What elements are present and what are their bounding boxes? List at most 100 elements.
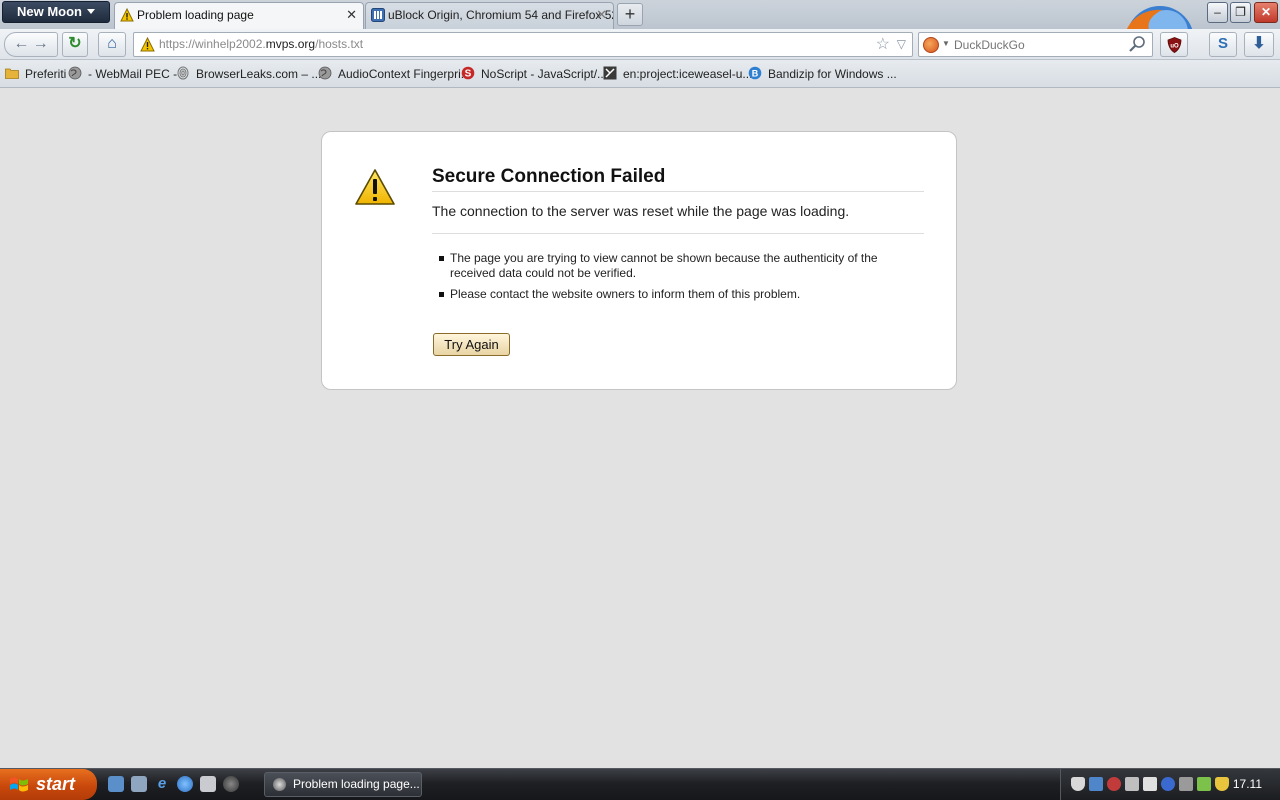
fingerprint-icon [177,66,189,80]
bookmark-preferiti[interactable]: Preferiti [5,65,66,83]
search-bar[interactable]: ▼ [918,32,1153,57]
duckduckgo-icon[interactable] [923,37,939,53]
ublock-button[interactable]: uO [1160,32,1188,57]
quicklaunch-ie-icon[interactable]: e [154,776,170,792]
error-container: Secure Connection Failed The connection … [321,131,957,390]
app-menu-label: New Moon [17,4,82,19]
downloads-button[interactable]: ⬇ [1244,32,1274,57]
antivirus-icon[interactable] [1107,777,1121,791]
minimize-button[interactable]: – [1207,2,1228,23]
bandizip-icon: B [748,66,762,80]
start-label: start [36,774,76,794]
quicklaunch-mouse-icon[interactable] [223,776,239,792]
tab-label: uBlock Origin, Chromium 54 and Firefox 5… [388,8,614,22]
bookmark-label: Bandizip for Windows ... [768,67,897,81]
globe-icon [318,66,332,80]
clock[interactable]: 17.11 [1233,769,1262,800]
back-arrow-icon[interactable]: ← [13,35,29,52]
title-bar: New Moon Problem loading page ✕ uBlock O… [0,0,1280,77]
app-menu-button[interactable]: New Moon [2,1,110,23]
noscript-icon: S [461,66,475,80]
download-arrow-icon: ⬇ [1252,35,1266,52]
list-item: The page you are trying to view cannot b… [432,251,912,281]
chevron-down-icon [87,9,95,14]
bookmark-webmail-pec[interactable]: - WebMail PEC - [68,65,177,83]
bookmark-label: AudioContext Fingerpri... [338,67,471,81]
bookmark-bandizip[interactable]: B Bandizip for Windows ... [748,65,897,83]
url-text[interactable]: https://winhelp2002.mvps.org/hosts.txt [159,33,363,56]
reload-icon: ↻ [68,35,82,52]
page-content: Secure Connection Failed The connection … [0,88,1280,768]
warning-sign-icon [355,169,395,205]
bookmark-label: - WebMail PEC - [88,67,178,81]
chevron-down-icon[interactable]: ▼ [942,33,950,55]
bookmark-noscript[interactable]: S NoScript - JavaScript/... [461,65,607,83]
url-bar[interactable]: https://winhelp2002.mvps.org/hosts.txt ☆… [133,32,913,57]
navigation-toolbar: ← → ↻ ⌂ https://winhelp2002.mvps.org/hos… [0,29,1280,60]
forum-icon [371,8,385,22]
back-forward-buttons[interactable]: ← → [4,32,58,57]
home-icon: ⌂ [107,35,117,52]
svg-text:B: B [752,69,759,79]
start-button[interactable]: start [0,769,97,800]
warning-icon[interactable] [140,37,155,52]
s-extension-button[interactable]: S [1209,32,1237,57]
tools-icon [603,66,617,80]
bookmark-audiocontext[interactable]: AudioContext Fingerpri... [318,65,471,83]
bookmark-iceweasel[interactable]: en:project:iceweasel-u... [603,65,752,83]
network-icon[interactable] [1089,777,1103,791]
phone-icon[interactable] [1125,777,1139,791]
list-item: Please contact the website owners to inf… [432,287,912,302]
bookmark-label: NoScript - JavaScript/... [481,67,608,81]
system-tray: 17.11 [1060,769,1280,800]
bookmark-star-icon[interactable]: ☆ [876,34,890,54]
reload-button[interactable]: ↻ [62,32,88,57]
task-label: Problem loading page... [293,777,420,791]
svg-text:S: S [465,69,472,80]
browser-icon [273,778,286,791]
tab-label: Problem loading page [137,8,254,22]
new-tab-button[interactable]: + [617,3,643,26]
bookmark-label: BrowserLeaks.com – ... [196,67,322,81]
warning-icon [120,8,134,22]
quicklaunch-browser-icon[interactable] [177,776,193,792]
quicklaunch-mail-icon[interactable] [200,776,216,792]
error-details-list: The page you are trying to view cannot b… [432,251,912,308]
quicklaunch-network-icon[interactable] [131,776,147,792]
try-again-button[interactable]: Try Again [433,333,510,356]
bookmark-label: en:project:iceweasel-u... [623,67,753,81]
ublock-shield-icon: uO [1167,37,1182,53]
close-tab-icon[interactable]: ✕ [346,3,357,27]
search-input[interactable] [954,33,1124,56]
shield-icon[interactable] [1071,777,1085,791]
security-icon[interactable] [1197,777,1211,791]
windows-flag-icon [10,777,28,792]
windows-taskbar: start e Problem loading page... 17.11 [0,768,1280,800]
forward-arrow-icon[interactable]: → [33,35,49,52]
globe-icon [68,66,82,80]
quicklaunch-explorer-icon[interactable] [108,776,124,792]
close-tab-icon[interactable]: ✕ [596,3,607,27]
tab-problem-loading[interactable]: Problem loading page ✕ [114,2,364,29]
url-history-dropdown-icon[interactable]: ▽ [897,34,906,55]
maximize-button[interactable]: ❐ [1230,2,1251,23]
url-host: mvps.org [265,37,316,51]
taskbar-window-button[interactable]: Problem loading page... [264,772,422,797]
url-path: /hosts.txt [315,37,364,51]
close-window-button[interactable]: ✕ [1254,2,1278,23]
bookmark-browserleaks[interactable]: BrowserLeaks.com – ... [176,65,321,83]
error-title: Secure Connection Failed [432,166,924,192]
folder-icon [5,68,19,79]
tab-ublock-forum[interactable]: uBlock Origin, Chromium 54 and Firefox 5… [365,2,614,29]
bookmark-label: Preferiti [25,67,67,81]
home-button[interactable]: ⌂ [98,32,126,57]
search-icon[interactable] [1128,35,1146,53]
shield-yellow-icon[interactable] [1215,777,1229,791]
mail-icon[interactable] [1143,777,1157,791]
error-short-description: The connection to the server was reset w… [432,203,924,234]
bookmarks-toolbar: Preferiti - WebMail PEC - BrowserLeaks.c… [0,60,1280,88]
url-prefix: https://winhelp2002. [159,37,266,51]
svg-text:uO: uO [1170,44,1179,50]
bluetooth-icon[interactable] [1161,777,1175,791]
display-icon[interactable] [1179,777,1193,791]
